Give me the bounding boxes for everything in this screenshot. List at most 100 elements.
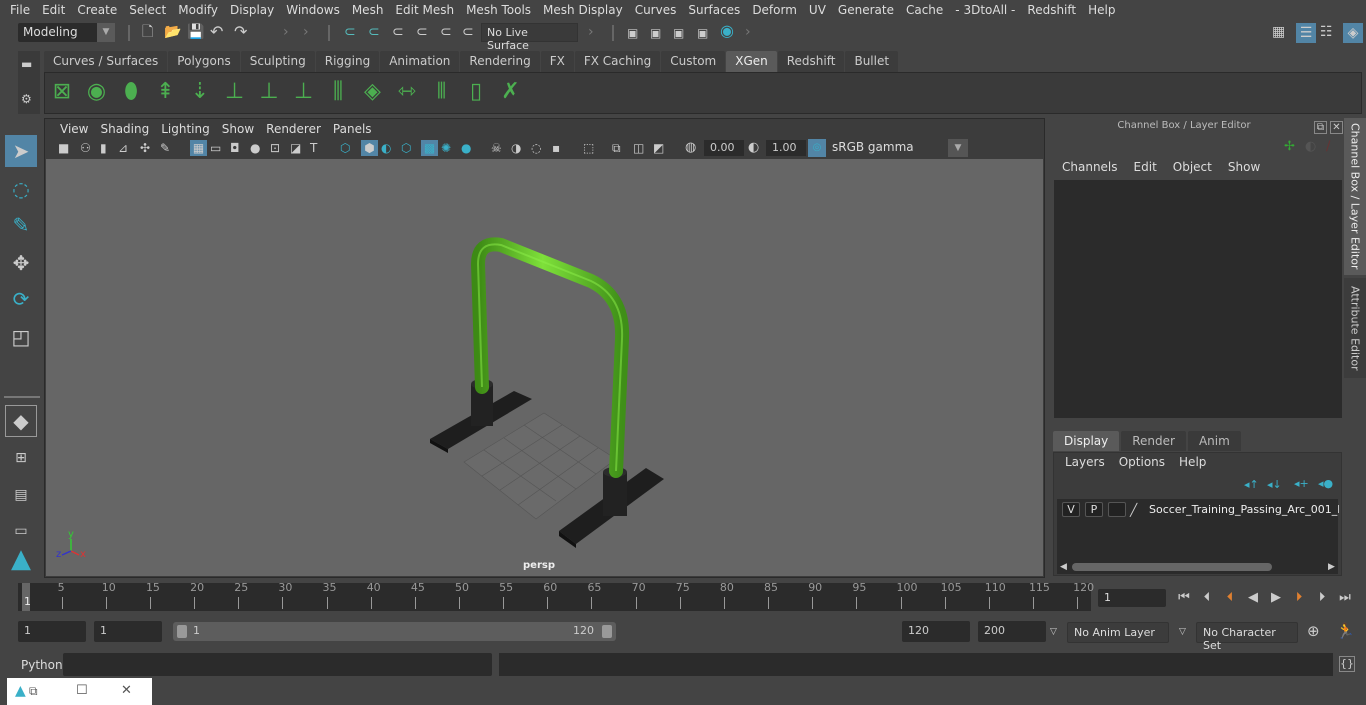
menu-create[interactable]: Create bbox=[71, 3, 123, 17]
shelf-tab-fx-caching[interactable]: FX Caching bbox=[574, 51, 661, 72]
motion-blur-icon[interactable]: ◑ bbox=[511, 140, 521, 156]
shelf-tab-rendering[interactable]: Rendering bbox=[460, 51, 540, 72]
shelf-tab-bullet[interactable]: Bullet bbox=[845, 51, 899, 72]
maximize-icon[interactable]: ☐ bbox=[76, 683, 88, 699]
isolate-select-icon[interactable]: ⬚ bbox=[583, 140, 594, 156]
range-handle-end[interactable] bbox=[602, 625, 612, 638]
channel-menu-object[interactable]: Object bbox=[1165, 160, 1220, 174]
menu-modify[interactable]: Modify bbox=[172, 3, 224, 17]
viewport-canvas[interactable]: y x z persp bbox=[46, 159, 1043, 576]
channel-menu-edit[interactable]: Edit bbox=[1126, 160, 1165, 174]
color-space-select[interactable]: sRGB gamma ▼ bbox=[827, 139, 968, 157]
xgen-editor-icon[interactable]: ⊠ bbox=[48, 77, 76, 107]
image-plane-icon[interactable]: ⊿ bbox=[118, 140, 128, 156]
auto-key-icon[interactable]: ⊕ bbox=[1307, 623, 1320, 639]
menu-deform[interactable]: Deform bbox=[746, 3, 803, 17]
layer-tab-render[interactable]: Render bbox=[1121, 431, 1186, 451]
layer-playback-toggle[interactable]: P bbox=[1085, 502, 1103, 517]
channel-menu-channels[interactable]: Channels bbox=[1054, 160, 1126, 174]
collapse-icon[interactable]: › bbox=[303, 24, 309, 40]
scale-tool-icon[interactable]: ◰ bbox=[5, 321, 37, 353]
depth-of-field-icon[interactable]: ▪ bbox=[552, 140, 560, 156]
paint-select-tool-icon[interactable]: ✎ bbox=[5, 209, 37, 241]
shelf-tab-curves-surfaces[interactable]: Curves / Surfaces bbox=[44, 51, 168, 72]
undo-icon[interactable]: ↶ bbox=[210, 24, 223, 40]
snap-point-icon[interactable]: ⊂ bbox=[392, 24, 404, 40]
xgen-select-guides-icon[interactable]: ⫴ bbox=[428, 77, 456, 107]
channel-list[interactable] bbox=[1054, 180, 1342, 418]
safe-title-icon[interactable]: T bbox=[310, 140, 317, 156]
manipulator-icon[interactable]: ✢ bbox=[1284, 139, 1295, 155]
redo-icon[interactable]: ↷ bbox=[234, 24, 247, 40]
outliner-layout-icon[interactable]: ▤ bbox=[5, 479, 37, 511]
textured-icon[interactable]: ▩ bbox=[421, 140, 438, 156]
xgen-sculpt-guide-icon[interactable]: ⫼ bbox=[324, 77, 352, 107]
xgen-add-guide-icon[interactable]: ⊥ bbox=[221, 77, 249, 107]
four-view-layout-icon[interactable]: ⊞ bbox=[5, 442, 37, 474]
chevron-down-icon[interactable]: ▽ bbox=[1179, 624, 1186, 640]
scrollbar-thumb[interactable] bbox=[1072, 563, 1272, 571]
layer-color-icon[interactable]: ╱ bbox=[1130, 502, 1137, 518]
channel-box-icon[interactable]: ◈ bbox=[1343, 23, 1363, 43]
character-set-select[interactable]: No Character Set bbox=[1196, 622, 1298, 652]
hypershade-icon[interactable]: ◉ bbox=[720, 23, 734, 39]
xray-joints-icon[interactable]: ⧉ bbox=[612, 140, 621, 156]
playback-end-field[interactable]: 120 bbox=[902, 621, 970, 642]
viewport-menu-show[interactable]: Show bbox=[216, 122, 260, 136]
camera-attr-icon[interactable]: ⚇ bbox=[80, 140, 91, 156]
render-view-icon[interactable]: ▣ bbox=[627, 25, 638, 41]
layer-tab-display[interactable]: Display bbox=[1053, 431, 1120, 451]
menu-mesh-display[interactable]: Mesh Display bbox=[537, 3, 629, 17]
step-back-frame-icon[interactable]: ⏴ bbox=[1197, 589, 1217, 607]
viewport-menu-view[interactable]: View bbox=[54, 122, 94, 136]
select-tool-icon[interactable]: ➤ bbox=[5, 135, 37, 167]
xgen-select-guide-icon[interactable]: ⊥ bbox=[255, 77, 283, 107]
scroll-right-icon[interactable]: ▶ bbox=[1328, 559, 1335, 575]
close-icon[interactable]: ✕ bbox=[1330, 121, 1343, 134]
float-panel-icon[interactable]: ⧉ bbox=[1314, 121, 1327, 134]
shelf-tab-polygons[interactable]: Polygons bbox=[168, 51, 240, 72]
tab-channel-box[interactable]: Channel Box / Layer Editor bbox=[1344, 118, 1366, 275]
viewport-menu-renderer[interactable]: Renderer bbox=[260, 122, 327, 136]
current-frame-field[interactable]: 1 bbox=[1098, 589, 1166, 607]
chevron-down-icon[interactable]: ▽ bbox=[1050, 624, 1057, 640]
collapse-icon[interactable]: › bbox=[588, 24, 594, 40]
menu-surfaces[interactable]: Surfaces bbox=[682, 3, 746, 17]
xgen-guide-frame-icon[interactable]: ▯ bbox=[462, 77, 490, 107]
shelf-tab-rigging[interactable]: Rigging bbox=[315, 51, 380, 72]
menu-mesh-tools[interactable]: Mesh Tools bbox=[460, 3, 537, 17]
grid-icon[interactable]: ▦ bbox=[190, 140, 207, 156]
menu-windows[interactable]: Windows bbox=[280, 3, 346, 17]
exposure-icon[interactable]: ◍ bbox=[685, 140, 696, 156]
layer-tab-anim[interactable]: Anim bbox=[1187, 431, 1241, 451]
lights-icon[interactable]: ✺ bbox=[441, 140, 451, 156]
shelf-tab-fx[interactable]: FX bbox=[540, 51, 574, 72]
go-to-end-icon[interactable]: ⏭ bbox=[1335, 589, 1355, 607]
xgen-clear-preview-icon[interactable]: ⬮ bbox=[117, 77, 145, 107]
menu-help[interactable]: Help bbox=[1082, 3, 1121, 17]
shelf-tab-custom[interactable]: Custom bbox=[661, 51, 726, 72]
tool-settings-icon[interactable]: ☷ bbox=[1320, 24, 1333, 40]
xgen-add-guides-icon[interactable]: ⇞ bbox=[152, 77, 180, 107]
playback-start-field[interactable]: 1 bbox=[94, 621, 162, 642]
step-forward-key-icon[interactable]: ⏵ bbox=[1289, 589, 1309, 607]
menu-3dtoall[interactable]: - 3DtoAll - bbox=[949, 3, 1021, 17]
open-scene-icon[interactable]: 📂 bbox=[164, 24, 181, 40]
viewport-menu-lighting[interactable]: Lighting bbox=[155, 122, 216, 136]
play-backwards-icon[interactable]: ◀ bbox=[1243, 589, 1263, 607]
range-handle-start[interactable] bbox=[177, 625, 187, 638]
menu-curves[interactable]: Curves bbox=[629, 3, 683, 17]
step-back-key-icon[interactable]: ⏴ bbox=[1220, 589, 1240, 607]
channel-menu-show[interactable]: Show bbox=[1220, 160, 1268, 174]
menu-edit[interactable]: Edit bbox=[36, 3, 71, 17]
attribute-editor-icon[interactable]: ☰ bbox=[1296, 23, 1316, 43]
menu-edit-mesh[interactable]: Edit Mesh bbox=[389, 3, 460, 17]
menu-mesh[interactable]: Mesh bbox=[346, 3, 390, 17]
gear-icon[interactable]: ⚙ bbox=[21, 91, 32, 107]
shelf-tab-animation[interactable]: Animation bbox=[380, 51, 460, 72]
play-forwards-icon[interactable]: ▶ bbox=[1266, 589, 1286, 607]
collapse-icon[interactable]: › bbox=[745, 24, 751, 40]
gamma-field[interactable]: 1.00 bbox=[766, 140, 806, 156]
shelf-tab-xgen[interactable]: XGen bbox=[726, 51, 777, 72]
ipr-render-icon[interactable]: ▣ bbox=[673, 25, 684, 41]
